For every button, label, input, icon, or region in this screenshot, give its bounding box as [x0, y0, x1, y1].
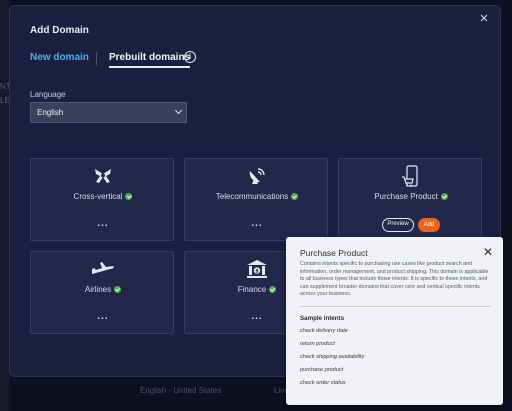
check-icon	[269, 286, 277, 293]
language-select-value: English	[37, 108, 64, 117]
footer-locale: English - United States	[140, 386, 222, 395]
chevron-down-icon	[174, 106, 183, 115]
bow-ribbon-icon	[31, 165, 175, 187]
language-select[interactable]: English	[30, 102, 187, 123]
domain-card-telecommunications[interactable]: Telecommunications ...	[184, 158, 328, 241]
modal-title: Add Domain	[30, 25, 89, 36]
svg-text:$: $	[255, 269, 259, 275]
close-icon[interactable]: ✕	[481, 245, 495, 259]
domain-card-airlines[interactable]: Airlines ...	[30, 251, 174, 334]
card-label: Cross-vertical	[73, 192, 123, 201]
add-button[interactable]: Add	[418, 218, 440, 232]
list-item: purchase product	[300, 367, 344, 373]
more-options-button[interactable]: ...	[31, 218, 175, 229]
list-item: check shipping availability	[300, 354, 365, 360]
tab-divider	[96, 52, 97, 66]
check-icon	[440, 193, 448, 200]
domain-preview-popover: Purchase Product ✕ Contains intents spec…	[286, 237, 503, 405]
sample-intents-heading: Sample intents	[300, 315, 345, 322]
domain-card-cross-vertical[interactable]: Cross-vertical ...	[30, 158, 174, 241]
preview-button[interactable]: Preview	[382, 218, 414, 232]
sample-intents-list: check delivery date return product check…	[300, 328, 364, 393]
card-label: Telecommunications	[215, 192, 289, 201]
check-icon	[125, 193, 133, 200]
check-icon	[291, 193, 299, 200]
close-icon[interactable]: ✕	[478, 13, 490, 25]
mobile-cart-icon	[339, 165, 483, 187]
tab-prebuilt-domains[interactable]: Prebuilt domains	[109, 52, 191, 68]
tab-new-domain[interactable]: New domain	[30, 52, 89, 63]
card-label: Airlines	[84, 285, 112, 294]
satellite-dish-icon	[185, 165, 329, 187]
card-label: Finance	[237, 285, 267, 294]
divider	[300, 306, 491, 307]
list-item: check order status	[300, 380, 346, 386]
domain-card-purchase-product[interactable]: Purchase Product Preview Add	[338, 158, 482, 241]
info-icon[interactable]: i	[184, 51, 196, 63]
airplane-icon	[31, 258, 175, 280]
check-icon	[114, 286, 122, 293]
list-item: check delivery date	[300, 328, 348, 334]
more-options-button[interactable]: ...	[185, 218, 329, 229]
more-options-button[interactable]: ...	[31, 311, 175, 322]
list-item: return product	[300, 341, 335, 347]
card-label: Purchase Product	[374, 192, 438, 201]
language-label: Language	[30, 90, 66, 99]
popover-description: Contains intents specific to purchasing …	[300, 261, 489, 298]
popover-title: Purchase Product	[300, 248, 368, 258]
